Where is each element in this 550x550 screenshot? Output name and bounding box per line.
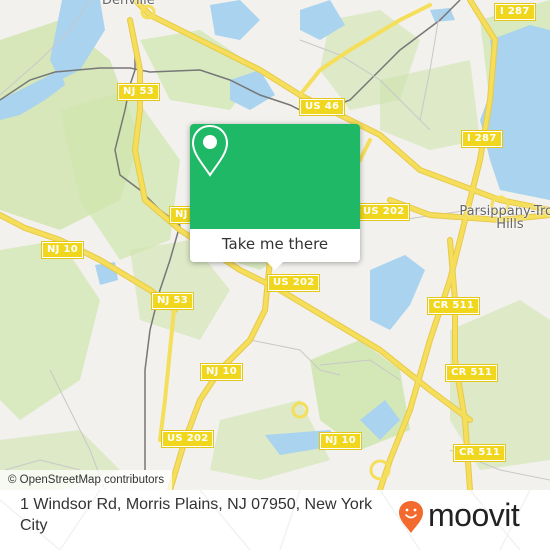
road-shield-us202: US 202 [356, 203, 411, 221]
map-pin-icon [191, 124, 229, 177]
road-shield-nj53: NJ 53 [117, 83, 160, 101]
place-label-parsippany: Parsippany-Troy Hills [459, 204, 550, 232]
road-shield-nj10: NJ 10 [41, 241, 84, 259]
take-me-there-button[interactable]: Take me there [190, 229, 360, 262]
moovit-wordmark: moovit [428, 497, 520, 533]
map[interactable]: Denville Parsippany-Troy Hills NJ 53 US … [0, 0, 550, 490]
road-shield-i287: I 287 [494, 3, 536, 21]
road-shield-nj53: NJ 53 [151, 292, 194, 310]
popup-pointer [267, 262, 283, 270]
footer: 1 Windsor Rd, Morris Plains, NJ 07950, N… [0, 490, 550, 550]
destination-popup[interactable]: Take me there [190, 124, 360, 270]
moovit-pin-icon [399, 501, 423, 533]
road-shield-cr511: CR 511 [444, 364, 499, 382]
road-shield-us202: US 202 [266, 274, 321, 292]
place-label-denville: Denville [102, 0, 155, 8]
road-shield-cr511: CR 511 [452, 444, 507, 462]
road-shield-nj10: NJ 10 [200, 363, 243, 381]
road-shield-i287: I 287 [461, 130, 503, 148]
road-shield-nj10: NJ 10 [319, 432, 362, 450]
road-shield-us202: US 202 [160, 430, 215, 448]
road-shield-cr511: CR 511 [426, 297, 481, 315]
destination-address: 1 Windsor Rd, Morris Plains, NJ 07950, N… [20, 496, 373, 534]
moovit-logo[interactable]: moovit [398, 497, 538, 536]
map-attribution[interactable]: © OpenStreetMap contributors [0, 470, 173, 490]
popup-header [190, 124, 360, 229]
road-shield-us46: US 46 [298, 98, 346, 116]
